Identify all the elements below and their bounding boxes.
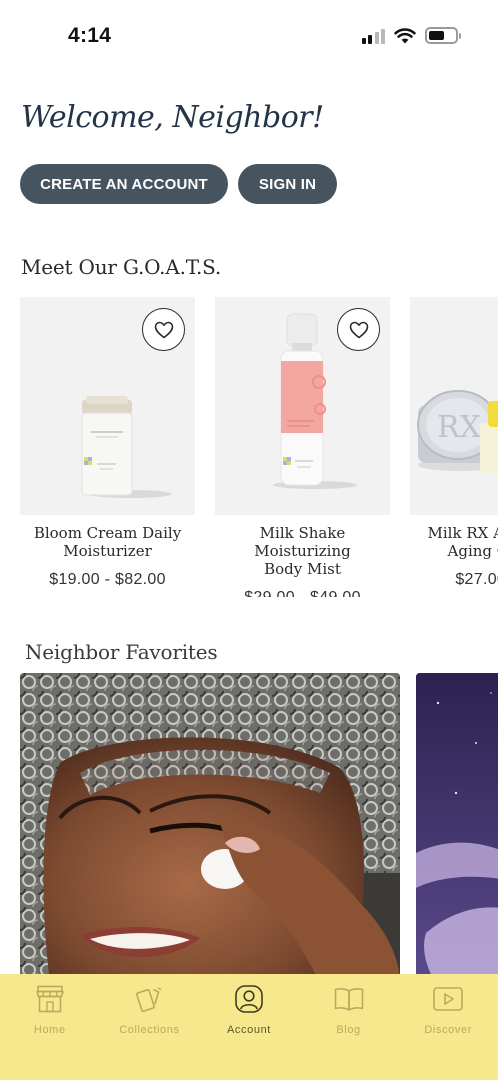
- rx-package-label: RX: [437, 410, 482, 445]
- milk-rx-jar-image: RX: [417, 390, 498, 473]
- favorites-carousel[interactable]: [20, 673, 498, 983]
- welcome-heading: Welcome, Neighbor!: [21, 100, 324, 135]
- product-image[interactable]: [20, 297, 195, 515]
- product-name[interactable]: Bloom Cream Daily Moisturizer: [20, 524, 195, 560]
- product-price: $27.00 - $4: [455, 571, 498, 588]
- tab-discover-label: Discover: [424, 1024, 472, 1036]
- wifi-icon: [394, 27, 416, 43]
- favorite-button[interactable]: [337, 308, 380, 351]
- user-icon: [235, 985, 263, 1013]
- product-name[interactable]: Milk Shake Moisturizing Body Mist: [215, 524, 390, 578]
- create-account-button[interactable]: CREATE AN ACCOUNT: [20, 164, 228, 204]
- status-bar: 4:14: [0, 0, 498, 72]
- tab-account-label: Account: [227, 1024, 271, 1036]
- play-icon: [433, 987, 463, 1011]
- product-price: $19.00 - $82.00: [49, 571, 166, 588]
- product-card[interactable]: Milk Shake Moisturizing Body Mist $29.00…: [215, 297, 390, 597]
- product-name[interactable]: Milk RX Advanced Aging Cream: [410, 524, 498, 560]
- heart-icon: [154, 321, 173, 338]
- tab-blog[interactable]: Blog: [299, 974, 399, 1080]
- product-image[interactable]: [215, 297, 390, 515]
- heart-icon: [349, 321, 368, 338]
- tab-blog-label: Blog: [336, 1024, 361, 1036]
- battery-icon: [425, 27, 461, 44]
- product-image[interactable]: RX: [410, 297, 498, 515]
- sign-in-button[interactable]: SIGN IN: [238, 164, 337, 204]
- tab-discover[interactable]: Discover: [398, 974, 498, 1080]
- product-card[interactable]: Bloom Cream Daily Moisturizer $19.00 - $…: [20, 297, 195, 589]
- status-icons: [361, 27, 461, 44]
- tab-collections[interactable]: Collections: [100, 974, 200, 1080]
- woman-applying-cream-image: [20, 673, 400, 983]
- favorite-button[interactable]: [142, 308, 185, 351]
- tab-account[interactable]: Account: [199, 974, 299, 1080]
- product-carousel[interactable]: Bloom Cream Daily Moisturizer $19.00 - $…: [20, 297, 498, 597]
- favorites-section-title: Neighbor Favorites: [25, 640, 218, 664]
- cards-icon: [136, 987, 162, 1012]
- cellular-signal-icon: [361, 28, 385, 44]
- favorite-card[interactable]: [416, 673, 498, 983]
- goats-section-title: Meet Our G.O.A.T.S.: [21, 255, 222, 279]
- tab-home[interactable]: Home: [0, 974, 100, 1080]
- product-card[interactable]: RX Milk RX Advanced Aging Cream $27.00 -…: [410, 297, 498, 589]
- purple-petals-image: [416, 673, 498, 983]
- status-time: 4:14: [68, 24, 112, 47]
- favorite-card[interactable]: [20, 673, 400, 983]
- book-icon: [334, 988, 363, 1011]
- tab-home-label: Home: [33, 1024, 66, 1036]
- storefront-icon: [35, 985, 64, 1013]
- product-price: $29.00 - $49.00: [215, 589, 390, 597]
- tab-collections-label: Collections: [119, 1024, 180, 1036]
- tab-bar: Home Collections Account Blog Discover: [0, 974, 498, 1080]
